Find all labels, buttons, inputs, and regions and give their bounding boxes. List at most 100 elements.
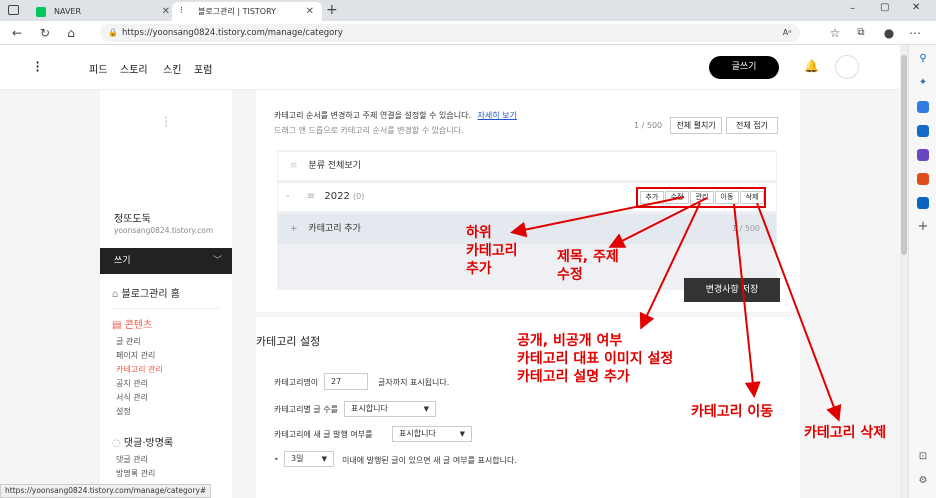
- minimize-button[interactable]: –: [850, 3, 855, 14]
- chevron-down-icon[interactable]: ﹀: [213, 248, 222, 274]
- read-aloud-icon[interactable]: Aᵃ: [778, 24, 796, 42]
- settings-gear-icon[interactable]: ⚙: [917, 475, 929, 487]
- manage-category-button[interactable]: 관리: [690, 191, 714, 204]
- post-count-label: 카테고리별 글 수를: [274, 405, 338, 414]
- add-subcategory-button[interactable]: 추가: [640, 191, 664, 204]
- profile-icon[interactable]: ●: [880, 24, 898, 42]
- post-count-value: 표시합니다: [351, 404, 388, 413]
- write-button[interactable]: 글쓰기: [709, 56, 779, 79]
- write-menu-button[interactable]: 쓰기 ﹀: [100, 248, 232, 274]
- add-category-row[interactable]: + 카테고리 추가 1 / 500: [278, 214, 776, 244]
- add-category-label: 카테고리 추가: [308, 224, 361, 234]
- edge-sidebar: ⚲ ✦ + ⊡ ⚙: [908, 45, 936, 498]
- page: ⁝ 피드 스토리 스킨 포럼 글쓰기 🔔 ⁝ 정또도둑 yoonsang0824…: [0, 45, 908, 498]
- copilot-icon[interactable]: ✦: [917, 77, 929, 89]
- days-value: 3일: [291, 454, 304, 463]
- days-suffix: 이내에 발행된 글이 있으면 새 글 여부를 표시합니다.: [342, 456, 517, 465]
- sidebar-toggle-icon[interactable]: ⊡: [917, 451, 929, 463]
- days-select[interactable]: 3일 ▼: [284, 451, 334, 467]
- close-icon[interactable]: ✕: [306, 2, 314, 21]
- search-icon[interactable]: ⚲: [917, 53, 929, 65]
- move-category-button[interactable]: 이동: [715, 191, 739, 204]
- category-all-label: 분류 전체보기: [308, 161, 361, 171]
- nav-skin[interactable]: 스킨: [163, 61, 181, 76]
- expand-all-button[interactable]: 전체 펼치기: [670, 117, 722, 134]
- tab-tistory[interactable]: ⁝ 블로그관리 | TISTORY ✕: [172, 2, 322, 21]
- nav-story[interactable]: 스토리: [120, 61, 148, 76]
- category-all-row[interactable]: ≡ 분류 전체보기: [278, 152, 776, 180]
- more-icon[interactable]: ⋯: [906, 24, 924, 42]
- sidebar-item-posts[interactable]: 글 관리: [116, 336, 141, 347]
- maximize-button[interactable]: ▢: [880, 2, 889, 13]
- settings-title: 카테고리 설정: [256, 335, 321, 348]
- favorite-icon[interactable]: ☆: [826, 24, 844, 42]
- outlook-icon[interactable]: [917, 197, 929, 209]
- nav-feed[interactable]: 피드: [89, 61, 107, 76]
- save-changes-button[interactable]: 변경사항 저장: [684, 278, 780, 302]
- post-count-select[interactable]: 표시합니다 ▼: [344, 401, 436, 417]
- detail-link[interactable]: 자세히 보기: [478, 111, 517, 120]
- contents-menu[interactable]: ▤ 콘텐츠: [112, 316, 152, 331]
- refresh-button[interactable]: ↻: [36, 24, 54, 42]
- sidebar-item-templates[interactable]: 서식 관리: [116, 392, 148, 403]
- name-length-input[interactable]: 27: [324, 373, 368, 390]
- delete-category-button[interactable]: 삭제: [740, 191, 764, 204]
- back-button[interactable]: ←: [8, 24, 26, 42]
- tag-icon[interactable]: [917, 101, 929, 113]
- browser-tab-bar: NAVER ✕ ⁝ 블로그관리 | TISTORY ✕ + – ▢ ✕: [0, 0, 936, 21]
- home-menu[interactable]: ⌂ 블로그관리 홈: [112, 285, 180, 300]
- divider: [112, 308, 220, 309]
- sidebar-item-category[interactable]: 카테고리 관리: [116, 364, 163, 375]
- admin-sidebar: ⁝ 정또도둑 yoonsang0824.tistory.com 쓰기 ﹀ ⌂ 블…: [100, 90, 232, 498]
- edit-category-button[interactable]: 수정: [665, 191, 689, 204]
- bell-icon[interactable]: 🔔: [804, 59, 819, 73]
- name-length-label: 카테고리명이: [274, 378, 319, 387]
- category-action-group: 추가 수정 관리 이동 삭제: [640, 191, 766, 204]
- tab-actions-icon[interactable]: [8, 5, 19, 15]
- comments-menu-label: 댓글·방명록: [123, 438, 174, 449]
- close-icon[interactable]: ✕: [162, 2, 170, 21]
- tistory-logo-icon[interactable]: ⁝: [35, 57, 40, 76]
- close-window-button[interactable]: ✕: [912, 2, 920, 13]
- category-card: 카테고리 순서를 변경하고 주제 연결을 설정할 수 있습니다. 자세히 보기 …: [256, 90, 800, 312]
- status-bar-url: https://yoonsang0824.tistory.com/manage/…: [0, 484, 212, 498]
- briefcase-icon[interactable]: [917, 125, 929, 137]
- contents-menu-label: 콘텐츠: [124, 320, 153, 331]
- tistory-icon: ⁝: [180, 6, 183, 16]
- new-post-value: 표시합니다: [399, 429, 436, 438]
- annotation-delete: 카테고리 삭제: [804, 425, 887, 441]
- avatar[interactable]: [835, 55, 859, 79]
- sidebar-item-settings[interactable]: 설정: [116, 406, 131, 417]
- document-icon: ▤: [112, 320, 122, 331]
- collections-icon[interactable]: ⧉: [852, 24, 870, 42]
- scrollbar-thumb[interactable]: [901, 55, 907, 255]
- sidebar-item-comments[interactable]: 댓글 관리: [116, 454, 148, 465]
- url-text: https://yoonsang0824.tistory.com/manage/…: [122, 28, 343, 38]
- annotation-move: 카테고리 이동: [691, 404, 774, 420]
- comments-menu[interactable]: ◌ 댓글·방명록: [112, 434, 173, 449]
- minus-icon[interactable]: -: [286, 191, 290, 202]
- new-tab-button[interactable]: +: [326, 2, 338, 18]
- home-icon[interactable]: ⌂: [62, 24, 80, 42]
- description-line2: 드래그 앤 드롭으로 카테고리 순서를 변경할 수 있습니다.: [274, 126, 464, 135]
- new-post-label: 카테고리에 새 글 발행 여부를: [274, 430, 373, 439]
- sidebar-item-guestbook[interactable]: 방명록 관리: [116, 468, 155, 479]
- sidebar-item-notice[interactable]: 공지 관리: [116, 378, 148, 389]
- nav-forum[interactable]: 포럼: [194, 61, 212, 76]
- caret-down-icon: ▼: [321, 455, 327, 463]
- games-icon[interactable]: [917, 149, 929, 161]
- office-icon[interactable]: [917, 173, 929, 185]
- new-post-select[interactable]: 표시합니다 ▼: [392, 426, 472, 442]
- category-name: 2022: [324, 191, 350, 202]
- tab-naver[interactable]: NAVER ✕: [28, 2, 178, 21]
- blog-url[interactable]: yoonsang0824.tistory.com: [114, 226, 213, 235]
- category-count: 1 / 500: [634, 121, 663, 130]
- naver-icon: [36, 7, 46, 17]
- page-scrollbar[interactable]: [900, 45, 908, 498]
- sidebar-item-pages[interactable]: 페이지 관리: [116, 350, 155, 361]
- add-icon[interactable]: +: [917, 220, 929, 233]
- url-input[interactable]: 🔒 https://yoonsang0824.tistory.com/manag…: [100, 24, 800, 42]
- home-menu-label: 블로그관리 홈: [121, 289, 180, 300]
- collapse-all-button[interactable]: 전체 접기: [726, 117, 778, 134]
- caret-down-icon: ▼: [459, 430, 465, 438]
